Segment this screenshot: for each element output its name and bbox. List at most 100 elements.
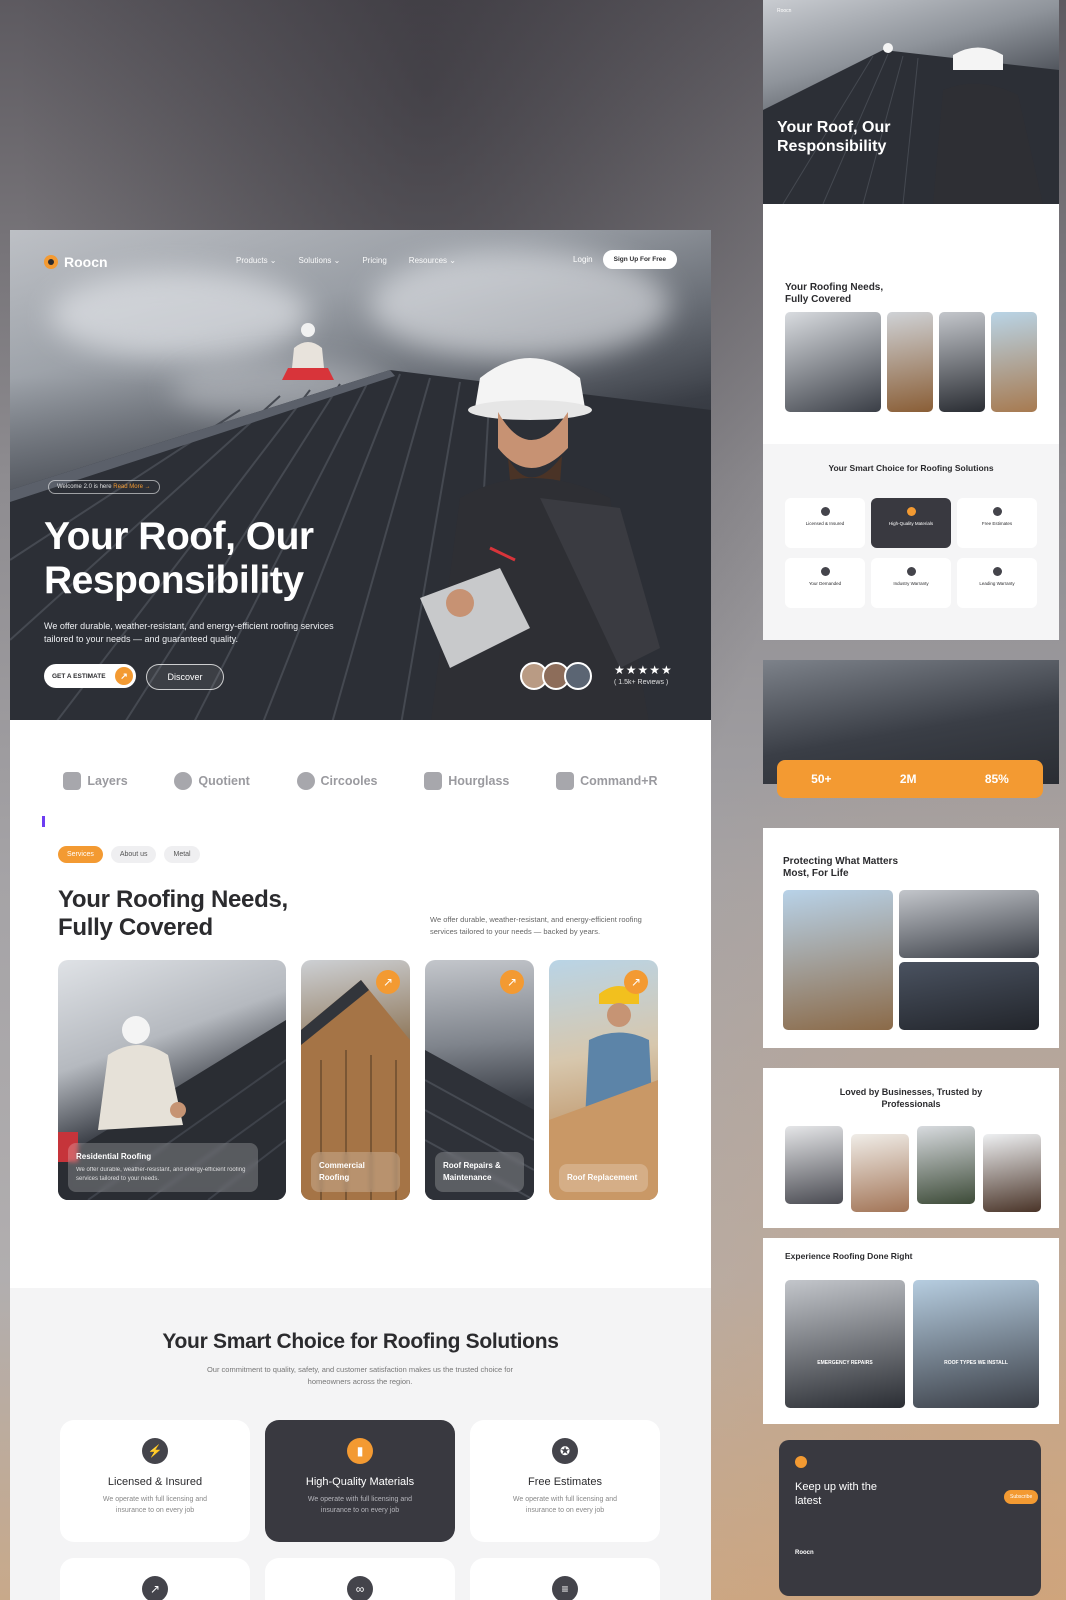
preview-newsletter-title: Keep up with the latest <box>795 1481 877 1507</box>
tab-services[interactable]: Services <box>58 846 103 863</box>
preview-card-image <box>939 312 985 412</box>
feature-text: We operate with full licensing and insur… <box>102 1496 208 1514</box>
brand-logo[interactable]: Roocn <box>44 254 108 270</box>
preview-feature-label: Leading Warranty <box>979 581 1015 586</box>
preview-experience-card[interactable]: EMERGENCY REPAIRS <box>785 1280 905 1408</box>
arrow-up-right-icon[interactable]: ↗ <box>624 970 648 994</box>
brand-label: Circooles <box>320 774 378 788</box>
feature-card-licensed[interactable]: ⚡ Licensed & Insured We operate with ful… <box>60 1420 250 1542</box>
service-card-replacement[interactable]: ↗ Roof Replacement <box>549 960 658 1200</box>
service-card-commercial[interactable]: ↗ Commercial Roofing <box>301 960 410 1200</box>
nav-resources[interactable]: Resources ⌄ <box>409 256 456 265</box>
card-caption: Residential Roofing We offer durable, we… <box>68 1143 258 1192</box>
text-cursor-marker <box>42 816 45 827</box>
card-caption: Roof Replacement <box>559 1164 648 1192</box>
arrow-up-right-icon[interactable]: ↗ <box>376 970 400 994</box>
get-estimate-button[interactable]: GET A ESTIMATE ↗ <box>44 664 136 688</box>
quotient-icon <box>174 772 193 790</box>
hourglass-icon <box>424 772 443 790</box>
feature-card-materials[interactable]: ▮ High-Quality Materials We operate with… <box>265 1420 455 1542</box>
preview-footer-brand: Roocn <box>795 1550 814 1556</box>
trend-icon <box>820 567 830 576</box>
feature-card-estimates[interactable]: ✪ Free Estimates We operate with full li… <box>470 1420 660 1542</box>
badge-link[interactable]: Read More → <box>113 484 150 490</box>
star-rating-icon: ★★★★★ <box>614 663 673 677</box>
landing-page-mockup: Roocn Products ⌄ Solutions ⌄ Pricing Res… <box>10 230 711 1600</box>
preview-testimonials: Loved by Businesses, Trusted by Professi… <box>763 1068 1059 1228</box>
preview-feature: High-Quality Materials <box>871 498 951 548</box>
tab-about-us[interactable]: About us <box>110 846 157 863</box>
brand-hourglass: Hourglass <box>424 772 509 790</box>
preview-loved-title: Loved by Businesses, Trusted by Professi… <box>839 1087 983 1109</box>
preview-hero: Roocn Your Roof, Our Responsibility <box>763 0 1059 204</box>
brand-label: Hourglass <box>448 774 510 788</box>
card-title: Commercial Roofing <box>319 1161 365 1182</box>
preview-feature-label: Your Demanded <box>808 581 842 586</box>
services-title: Your Roofing Needs, Fully Covered <box>58 886 288 942</box>
discover-button[interactable]: Discover <box>146 664 224 690</box>
nav-products[interactable]: Products ⌄ <box>236 256 277 265</box>
signup-button[interactable]: Sign Up For Free <box>602 250 677 269</box>
services-description: We offer durable, weather-resistant, and… <box>430 915 642 936</box>
layers-icon <box>63 772 82 790</box>
nav-pricing[interactable]: Pricing <box>362 256 386 265</box>
brand-label: Command+R <box>580 774 658 788</box>
hero-section: Roocn Products ⌄ Solutions ⌄ Pricing Res… <box>10 230 711 720</box>
preview-smart-title: Your Smart Choice for Roofing Solutions <box>828 463 994 473</box>
feature-text: We operate with full licensing and insur… <box>307 1496 413 1514</box>
preview-experience-card[interactable]: ROOF TYPES WE INSTALL <box>913 1280 1039 1408</box>
brand-logo-strip: Layers Quotient Circooles Hourglass Comm… <box>10 772 711 790</box>
brand-commandr: Command+R <box>556 772 658 790</box>
service-card-residential[interactable]: Residential Roofing We offer durable, we… <box>58 960 286 1200</box>
feature-title: Free Estimates <box>528 1476 602 1488</box>
brand-quotient: Quotient <box>174 772 250 790</box>
link-icon <box>906 567 916 576</box>
stat-value: 50+ <box>811 772 832 786</box>
preview-card-image <box>785 312 881 412</box>
worker-far-illustration <box>282 323 334 380</box>
preview-roof-image <box>899 890 1039 958</box>
preview-card-image <box>887 312 933 412</box>
bar-chart-icon <box>906 507 916 516</box>
nav-actions: Login Sign Up For Free <box>573 250 677 269</box>
nav-links: Products ⌄ Solutions ⌄ Pricing Resources… <box>236 256 456 265</box>
preview-smart-choice: Your Smart Choice for Roofing Solutions … <box>763 444 1059 640</box>
card-text: We offer durable, weather-resistant, and… <box>76 1167 246 1182</box>
preview-experience-title: Experience Roofing Done Right <box>785 1251 913 1261</box>
nav-solutions[interactable]: Solutions ⌄ <box>299 256 341 265</box>
feature-title: High-Quality Materials <box>305 1476 415 1488</box>
service-card-repairs[interactable]: ↗ Roof Repairs & Maintenance <box>425 960 534 1200</box>
preview-feature: Your Demanded <box>785 558 865 608</box>
preview-testimonial-photo <box>785 1126 843 1204</box>
badge-icon <box>992 507 1002 516</box>
preview-stats-bar: 50+ 2M 85% <box>777 760 1043 798</box>
subscribe-button[interactable]: Subscribe <box>1004 1490 1039 1504</box>
stat-value: 2M <box>899 772 917 786</box>
login-link[interactable]: Login <box>573 255 593 264</box>
feature-card-row2[interactable]: ≡ <box>470 1558 660 1600</box>
preview-testimonial-photo <box>917 1126 975 1204</box>
lightning-icon: ⚡ <box>142 1438 168 1464</box>
feature-card-row2[interactable]: ↗ <box>60 1558 250 1600</box>
brand-name: Roocn <box>64 254 108 270</box>
document-icon <box>992 567 1002 576</box>
services-title-line2: Fully Covered <box>58 914 213 941</box>
trend-icon: ↗ <box>142 1576 168 1600</box>
preview-feature: Industry Warranty <box>871 558 951 608</box>
preview-nav: Roocn <box>777 8 791 14</box>
preview-newsletter-footer: Keep up with the latest Subscribe Roocn <box>779 1440 1041 1596</box>
announcement-badge[interactable]: Welcome 2.0 is here Read More → <box>48 480 160 494</box>
card-caption: Commercial Roofing <box>311 1152 400 1192</box>
preview-testimonial-photo <box>983 1134 1041 1212</box>
brand-label: Quotient <box>198 774 250 788</box>
feature-card-row2[interactable]: ∞ <box>265 1558 455 1600</box>
arrow-up-right-icon[interactable]: ↗ <box>500 970 524 994</box>
preview-testimonial-photo <box>851 1134 909 1212</box>
stat-value: 85% <box>984 772 1009 786</box>
preview-protect-title: Protecting What Matters Most, For Life <box>783 856 899 879</box>
preview-feature: Leading Warranty <box>957 558 1037 608</box>
preview-feature-label: Free Estimates <box>981 521 1013 526</box>
services-title-line1: Your Roofing Needs, <box>58 886 288 913</box>
preview-experience-label: EMERGENCY REPAIRS <box>817 1360 873 1366</box>
tab-metal[interactable]: Metal <box>164 846 200 863</box>
